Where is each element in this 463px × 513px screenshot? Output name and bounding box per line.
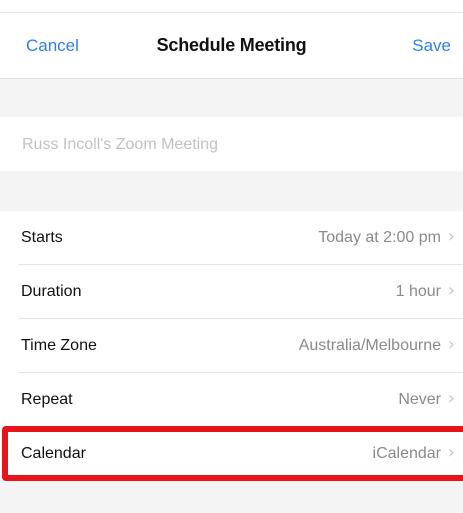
row-label: Calendar (21, 445, 86, 462)
top-divider (0, 12, 463, 13)
chevron-right-icon: › (447, 442, 455, 463)
section-spacer (0, 171, 463, 211)
section-spacer (0, 79, 463, 117)
row-label: Starts (21, 229, 63, 246)
section-spacer (0, 481, 463, 513)
chevron-right-icon: › (447, 334, 455, 355)
save-button[interactable]: Save (412, 36, 451, 56)
row-label: Time Zone (21, 337, 97, 354)
row-value: Today at 2:00 pm (318, 229, 441, 246)
row-value: 1 hour (395, 283, 441, 300)
time-zone-row[interactable]: Time Zone Australia/Melbourne › (0, 319, 463, 373)
chevron-right-icon: › (447, 226, 455, 247)
row-label: Repeat (21, 391, 73, 408)
repeat-row[interactable]: Repeat Never › (0, 373, 463, 427)
starts-row[interactable]: Starts Today at 2:00 pm › (0, 211, 463, 265)
row-label: Duration (21, 283, 82, 300)
calendar-row[interactable]: Calendar iCalendar › (0, 427, 463, 481)
chevron-right-icon: › (447, 280, 455, 301)
chevron-right-icon: › (447, 388, 455, 409)
row-value: iCalendar (372, 445, 441, 462)
meeting-settings-list: Starts Today at 2:00 pm › Duration 1 hou… (0, 211, 463, 481)
meeting-topic-section (0, 117, 463, 171)
navigation-bar: Cancel Schedule Meeting Save (0, 14, 463, 79)
duration-row[interactable]: Duration 1 hour › (0, 265, 463, 319)
row-value: Never (398, 391, 441, 408)
meeting-topic-input[interactable] (20, 129, 444, 161)
row-value: Australia/Melbourne (298, 337, 441, 354)
page-title: Schedule Meeting (156, 35, 307, 55)
